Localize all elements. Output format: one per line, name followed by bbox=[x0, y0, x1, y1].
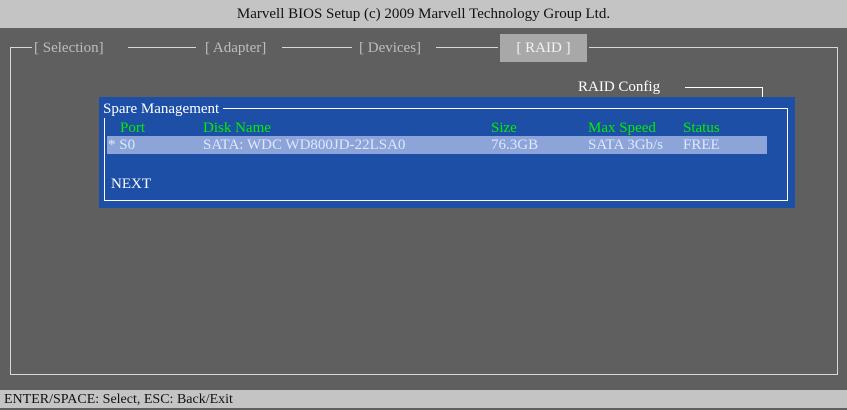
section-label: RAID Config bbox=[578, 79, 661, 95]
frame-line bbox=[685, 87, 763, 88]
spare-management-dialog: Spare Management Port Disk Name Size Max… bbox=[99, 97, 795, 208]
tab-adapter[interactable]: [ Adapter] bbox=[203, 38, 269, 58]
frame-line bbox=[10, 47, 11, 374]
frame-line bbox=[10, 47, 32, 48]
tab-raid[interactable]: [ RAID ] bbox=[500, 34, 587, 62]
main-area: [ Selection] [ Adapter] [ Devices] [ RAI… bbox=[0, 28, 847, 390]
column-header-size: Size bbox=[491, 120, 517, 136]
status-bar: ENTER/SPACE: Select, ESC: Back/Exit bbox=[0, 390, 847, 408]
window-title: Marvell BIOS Setup (c) 2009 Marvell Tech… bbox=[0, 0, 847, 28]
column-header-disk-name: Disk Name bbox=[203, 120, 271, 136]
cell-port: * S0 bbox=[108, 137, 136, 153]
frame-line bbox=[128, 47, 196, 48]
frame-line bbox=[837, 47, 838, 374]
cell-status: FREE bbox=[683, 137, 720, 153]
frame-line bbox=[10, 374, 838, 375]
cell-max-speed: SATA 3Gb/s bbox=[588, 137, 664, 153]
frame-line bbox=[436, 47, 498, 48]
tab-selection[interactable]: [ Selection] bbox=[32, 38, 106, 58]
cell-disk-name: SATA: WDC WD800JD-22LSA0 bbox=[203, 137, 406, 153]
next-button[interactable]: NEXT bbox=[111, 175, 151, 193]
tab-devices[interactable]: [ Devices] bbox=[357, 38, 424, 58]
frame-line bbox=[282, 47, 352, 48]
dialog-title: Spare Management bbox=[103, 100, 224, 118]
column-header-port: Port bbox=[120, 120, 146, 136]
column-header-status: Status bbox=[683, 120, 720, 136]
frame-line bbox=[762, 87, 763, 97]
column-header-max-speed: Max Speed bbox=[588, 120, 656, 136]
cell-size: 76.3GB bbox=[491, 137, 539, 153]
frame-line bbox=[589, 47, 837, 48]
